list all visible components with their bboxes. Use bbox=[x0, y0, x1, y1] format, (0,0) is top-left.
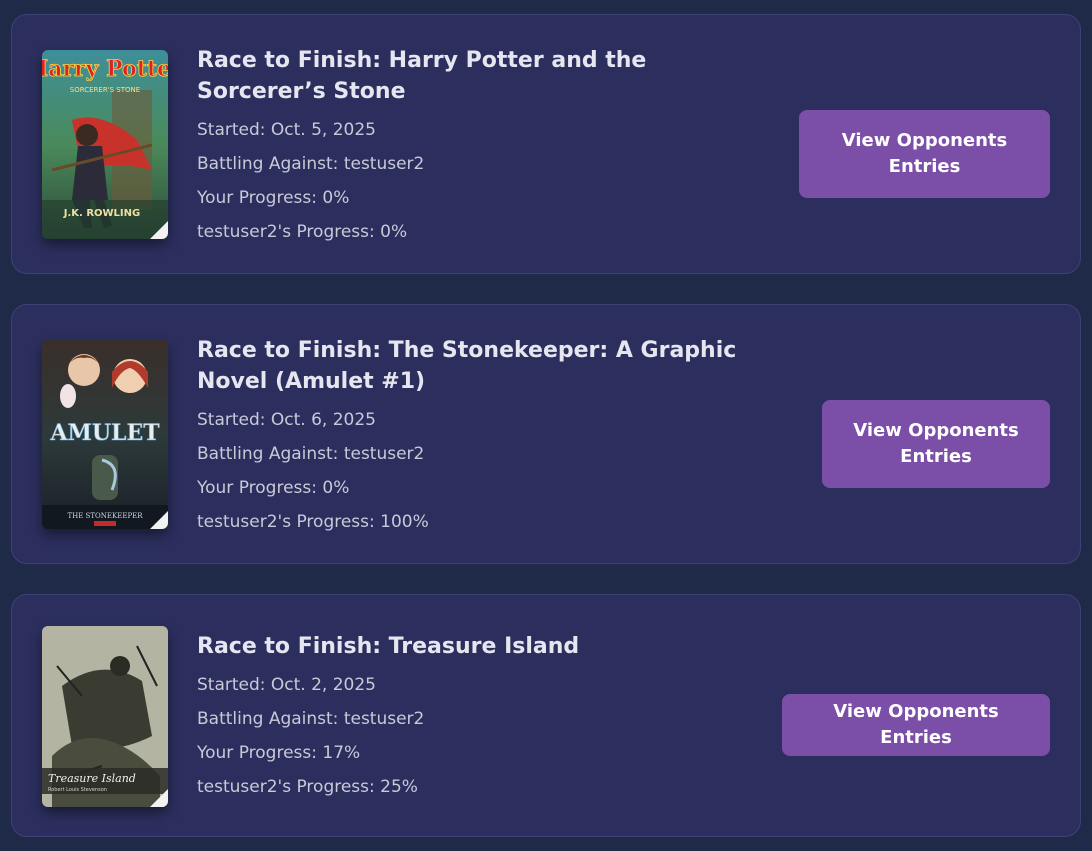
book-cover: Harry Potter SORCERER'S STONE J.K. ROWLI… bbox=[42, 50, 168, 239]
book-cover: Treasure Island Robert Louis Stevenson bbox=[42, 626, 168, 807]
race-info: Race to Finish: The Stonekeeper: A Graph… bbox=[197, 335, 782, 539]
race-list: Harry Potter SORCERER'S STONE J.K. ROWLI… bbox=[0, 0, 1092, 851]
opponent-progress: testuser2's Progress: 100% bbox=[197, 512, 429, 532]
started-date: Started: Oct. 5, 2025 bbox=[197, 120, 376, 140]
book-cover-art: AMULET THE STONEKEEPER bbox=[42, 340, 168, 529]
your-progress: Your Progress: 0% bbox=[197, 188, 350, 208]
opponent-progress: testuser2's Progress: 0% bbox=[197, 222, 408, 242]
cover-subtitle-text: THE STONEKEEPER bbox=[67, 512, 143, 520]
cover-title-text: AMULET bbox=[49, 420, 160, 446]
cover-author-text: J.K. ROWLING bbox=[63, 208, 140, 219]
view-opponents-entries-button[interactable]: View Opponents Entries bbox=[822, 400, 1050, 488]
view-opponents-entries-button[interactable]: View Opponents Entries bbox=[799, 110, 1050, 198]
race-title: Race to Finish: Treasure Island bbox=[197, 634, 580, 659]
opponent-progress: testuser2's Progress: 25% bbox=[197, 777, 418, 797]
race-info: Race to Finish: Harry Potter and the Sor… bbox=[197, 45, 782, 249]
race-card: Harry Potter SORCERER'S STONE J.K. ROWLI… bbox=[11, 14, 1081, 274]
race-title: Race to Finish: Harry Potter and the Sor… bbox=[197, 48, 647, 104]
cover-author-text: Robert Louis Stevenson bbox=[48, 787, 107, 793]
race-card: Treasure Island Robert Louis Stevenson R… bbox=[11, 594, 1081, 837]
book-cover: AMULET THE STONEKEEPER bbox=[42, 340, 168, 529]
book-cover-art: Treasure Island Robert Louis Stevenson bbox=[42, 626, 168, 807]
opponent-name: Battling Against: testuser2 bbox=[197, 154, 425, 174]
opponent-name: Battling Against: testuser2 bbox=[197, 444, 425, 464]
view-opponents-entries-button[interactable]: View Opponents Entries bbox=[782, 694, 1050, 756]
race-card: AMULET THE STONEKEEPER Race to Finish: T… bbox=[11, 304, 1081, 564]
cover-title-text: Harry Potter bbox=[42, 56, 168, 82]
your-progress: Your Progress: 0% bbox=[197, 478, 350, 498]
race-title: Race to Finish: The Stonekeeper: A Graph… bbox=[197, 338, 737, 394]
cover-title-text: Treasure Island bbox=[48, 772, 136, 785]
started-date: Started: Oct. 2, 2025 bbox=[197, 675, 376, 695]
opponent-name: Battling Against: testuser2 bbox=[197, 709, 425, 729]
race-info: Race to Finish: Treasure Island Started:… bbox=[197, 631, 782, 804]
started-date: Started: Oct. 6, 2025 bbox=[197, 410, 376, 430]
book-cover-art: Harry Potter SORCERER'S STONE J.K. ROWLI… bbox=[42, 50, 168, 239]
cover-subtitle-text: SORCERER'S STONE bbox=[70, 86, 140, 94]
your-progress: Your Progress: 17% bbox=[197, 743, 361, 763]
